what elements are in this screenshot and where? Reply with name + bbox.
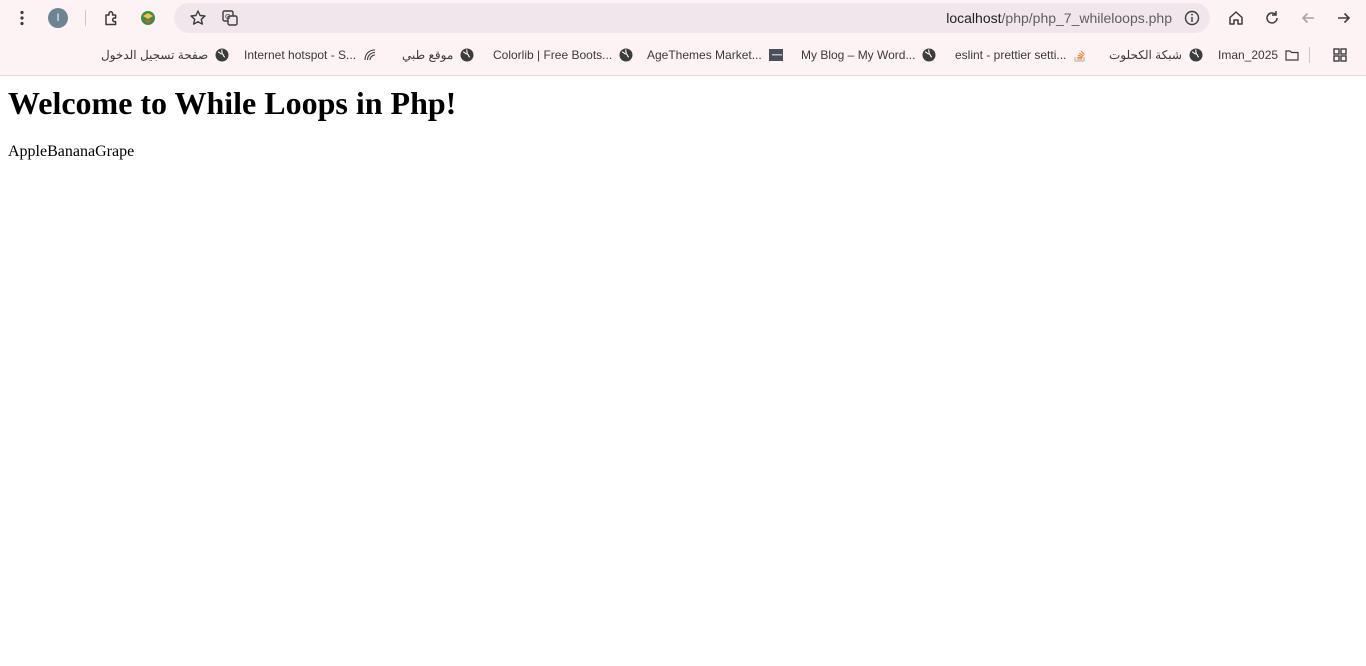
bookmark-star-icon[interactable] [184, 4, 212, 32]
loop-output: AppleBananaGrape [8, 143, 135, 160]
bookmarks-bar: Iman_2025 شبكة الكحلوت eslint - prettier… [0, 36, 1366, 75]
bookmark-label: Colorlib | Free Boots... [493, 48, 613, 62]
bookmark-agethemes[interactable]: AgeThemes Market... [647, 45, 783, 65]
vpn-extension-icon[interactable] [134, 4, 162, 32]
bookmark-login-page[interactable]: صفحة تسجيل الدخول [101, 45, 229, 65]
stack-overflow-icon [1073, 48, 1087, 62]
agethemes-icon [768, 48, 783, 62]
menu-dots-icon[interactable] [8, 4, 36, 32]
bookmark-label: eslint - prettier setti... [955, 48, 1067, 62]
globe-icon [1189, 48, 1203, 62]
url-text[interactable]: localhost/php/php_7_whileloops.php [946, 3, 1172, 33]
bookmark-colorlib[interactable]: Colorlib | Free Boots... [493, 45, 633, 65]
back-icon[interactable] [1294, 4, 1322, 32]
globe-icon [922, 48, 936, 62]
bookmark-folder-iman[interactable]: Iman_2025 [1218, 45, 1299, 65]
globe-icon [460, 48, 474, 62]
bookmark-eslint[interactable]: eslint - prettier setti... [955, 45, 1087, 65]
page-heading: Welcome to While Loops in Php! [8, 85, 457, 121]
bookmark-label: Iman_2025 [1218, 48, 1279, 62]
hotspot-icon [363, 48, 377, 62]
reload-icon[interactable] [1258, 4, 1286, 32]
address-bar[interactable]: G localhost/php/php_7_whileloops.php [174, 3, 1210, 33]
forward-icon[interactable] [1330, 4, 1358, 32]
browser-toolbar: I G localhost/php/php_7_whileloops.php [0, 0, 1366, 36]
extensions-icon[interactable] [98, 4, 126, 32]
bookmark-label: صفحة تسجيل الدخول [101, 48, 209, 62]
profile-avatar[interactable]: I [48, 8, 68, 28]
bookmark-label: موقع طبي [402, 48, 454, 62]
bookmarks-divider [1309, 47, 1310, 63]
globe-icon [215, 48, 229, 62]
bookmark-internet-hotspot[interactable]: Internet hotspot - S... [244, 45, 377, 65]
bookmark-label: AgeThemes Market... [647, 48, 762, 62]
svg-text:G: G [225, 13, 230, 21]
home-icon[interactable] [1222, 4, 1250, 32]
bookmark-label: My Blog – My Word... [801, 48, 916, 62]
apps-grid-icon[interactable] [1326, 41, 1354, 69]
browser-chrome: I G localhost/php/php_7_whileloops.php I… [0, 0, 1366, 76]
bookmark-label: شبكة الكحلوت [1109, 48, 1182, 62]
toolbar-divider [85, 10, 86, 26]
translate-icon[interactable]: G [216, 4, 244, 32]
site-info-icon[interactable] [1178, 4, 1206, 32]
page-content: Welcome to While Loops in Php! AppleBana… [0, 85, 1366, 161]
bookmark-alkahlout[interactable]: شبكة الكحلوت [1109, 45, 1203, 65]
bookmark-label: Internet hotspot - S... [244, 48, 357, 62]
bookmark-my-blog[interactable]: My Blog – My Word... [801, 45, 936, 65]
url-path: /php/php_7_whileloops.php [1001, 10, 1172, 26]
folder-icon [1285, 48, 1299, 62]
globe-icon [619, 48, 633, 62]
url-host: localhost [946, 10, 1002, 26]
bookmark-medical-site[interactable]: موقع طبي [402, 45, 474, 65]
